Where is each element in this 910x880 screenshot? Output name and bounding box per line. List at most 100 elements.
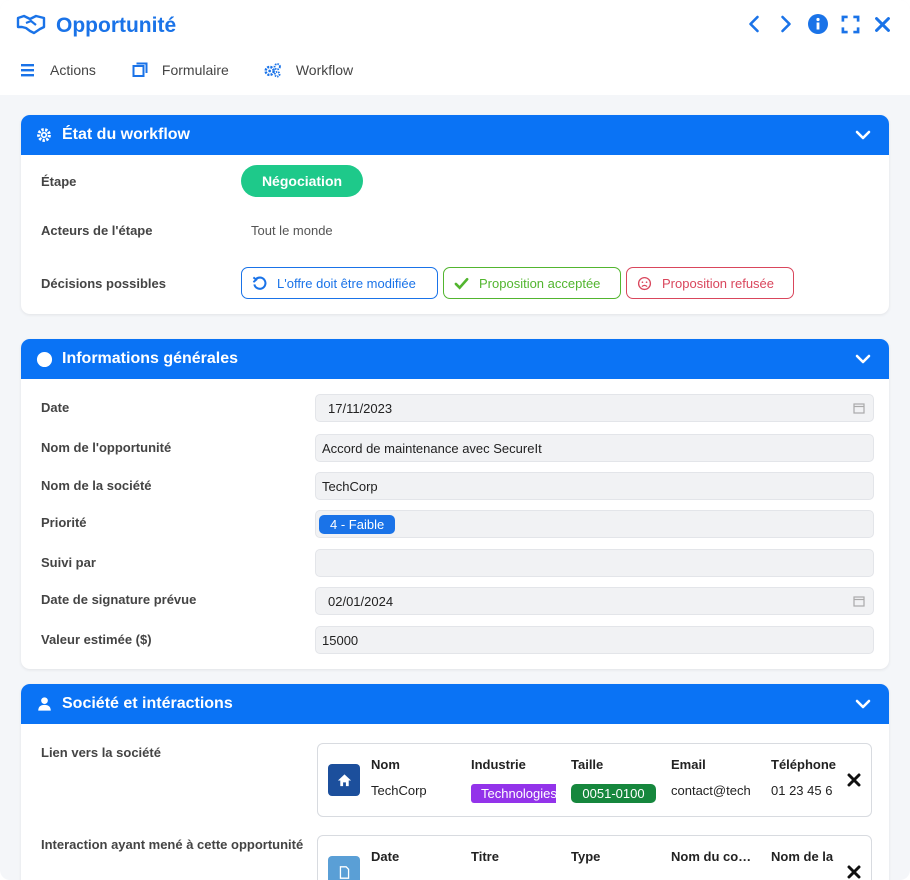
priority-label: Priorité <box>41 515 87 530</box>
decisions-label: Décisions possibles <box>41 276 166 291</box>
date-field[interactable]: 17/11/2023 <box>315 394 874 422</box>
signature-date-field[interactable]: 02/01/2024 <box>315 587 874 615</box>
company-name-field[interactable]: TechCorp <box>315 472 874 500</box>
general-info-header[interactable]: Informations générales <box>21 339 889 379</box>
remove-link-icon[interactable] <box>847 773 861 787</box>
company-link-record[interactable]: Nom Industrie Taille Email Téléphone Tec… <box>317 743 872 817</box>
info-icon[interactable] <box>808 13 828 35</box>
close-icon[interactable] <box>872 13 892 35</box>
menu-actions-label: Actions <box>50 62 96 78</box>
decision-accept-label: Proposition acceptée <box>479 275 601 291</box>
window-title: Opportunité <box>56 14 177 37</box>
chevron-down-icon[interactable] <box>855 127 871 143</box>
hamburger-icon <box>21 64 34 77</box>
window-controls <box>744 13 892 35</box>
gears-icon <box>264 63 281 78</box>
company-col-size-header: Taille <box>571 757 604 772</box>
workflow-card-title: État du workflow <box>62 126 190 143</box>
menu-workflow[interactable]: Workflow <box>263 62 353 78</box>
interaction-link-label: Interaction ayant mené à cette opportuni… <box>41 837 304 852</box>
chevron-right-icon[interactable] <box>776 13 796 35</box>
followed-by-label: Suivi par <box>41 555 96 570</box>
fullscreen-icon[interactable] <box>840 13 860 35</box>
interaction-col-contact-header: Nom du co… <box>671 849 752 864</box>
signature-date-label: Date de signature prévue <box>41 592 197 607</box>
window-title-row: Opportunité <box>16 10 176 42</box>
followed-by-field[interactable] <box>315 549 874 577</box>
interaction-col-company-header: Nom de la <box>771 849 834 864</box>
company-interactions-title: Société et intéractions <box>62 695 233 712</box>
window-header: Opportunité Actions Formulaire Workflow <box>0 0 910 95</box>
company-col-name-header: Nom <box>371 757 400 772</box>
decision-accept-button[interactable]: Proposition acceptée <box>443 267 621 299</box>
actors-value: Tout le monde <box>251 223 333 238</box>
date-label: Date <box>41 400 70 415</box>
company-name-cell: TechCorp <box>371 783 427 798</box>
company-name-value: TechCorp <box>322 478 378 494</box>
opportunity-name-label: Nom de l'opportunité <box>41 440 172 455</box>
gear-icon <box>35 126 53 144</box>
handshake-icon <box>16 12 46 41</box>
interaction-link-record[interactable]: Date Titre Type Nom du co… Nom de la <box>317 835 872 880</box>
company-interactions-body: Lien vers la société Nom Industrie Taill… <box>21 724 889 880</box>
step-badge: Négociation <box>241 165 363 197</box>
window-icon <box>132 62 148 77</box>
size-cell: 0051-0100 <box>571 784 666 803</box>
circle-icon <box>35 350 53 368</box>
company-interactions-card: Société et intéractions Lien vers la soc… <box>21 684 889 880</box>
industry-tag: Technologies <box>471 784 556 803</box>
remove-link-icon[interactable] <box>847 865 861 879</box>
decision-refuse-label: Proposition refusée <box>662 275 775 291</box>
decision-modify-label: L'offre doit être modifiée <box>277 275 416 291</box>
priority-tag: 4 - Faible <box>319 514 396 534</box>
chevron-down-icon[interactable] <box>855 696 871 712</box>
size-tag: 0051-0100 <box>571 784 656 803</box>
general-info-card: Informations générales Date 17/11/2023 N… <box>21 339 889 669</box>
menu-bar: Actions Formulaire Workflow <box>20 62 387 78</box>
check-icon <box>454 277 469 290</box>
priority-field[interactable]: 4 - Faible <box>315 510 874 538</box>
decision-modify-button[interactable]: L'offre doit être modifiée <box>241 267 438 299</box>
workflow-card: État du workflow Étape Négociation Acteu… <box>21 115 889 314</box>
phone-cell: 01 23 45 6 <box>771 783 833 798</box>
chevron-left-icon[interactable] <box>744 13 764 35</box>
industry-cell: Technologies <box>471 784 556 803</box>
chevron-down-icon[interactable] <box>855 351 871 367</box>
menu-workflow-label: Workflow <box>295 62 354 78</box>
opportunity-window: Opportunité Actions Formulaire Workflow <box>0 0 910 880</box>
document-icon <box>328 856 360 880</box>
estimated-value-label: Valeur estimée ($) <box>41 632 152 647</box>
company-interactions-header[interactable]: Société et intéractions <box>21 684 889 724</box>
menu-actions[interactable]: Actions <box>20 62 96 78</box>
email-cell: contact@tech <box>671 783 751 798</box>
decision-refuse-button[interactable]: Proposition refusée <box>626 267 794 299</box>
user-icon <box>35 695 53 713</box>
estimated-value-field[interactable]: 15000 <box>315 626 874 654</box>
interaction-col-title-header: Titre <box>471 849 499 864</box>
workflow-card-body: Étape Négociation Acteurs de l'étape Tou… <box>21 155 889 314</box>
menu-form-label: Formulaire <box>161 62 229 78</box>
menu-form[interactable]: Formulaire <box>132 62 229 78</box>
opportunity-name-field[interactable]: Accord de maintenance avec SecureIt <box>315 434 874 462</box>
interaction-col-type-header: Type <box>571 849 601 864</box>
company-col-phone-header: Téléphone <box>771 757 837 772</box>
opportunity-name-value: Accord de maintenance avec SecureIt <box>322 440 542 456</box>
signature-date-value: 02/01/2024 <box>328 593 394 609</box>
undo-icon <box>252 276 267 290</box>
calendar-icon[interactable] <box>853 402 865 414</box>
general-info-title: Informations générales <box>62 350 239 367</box>
company-col-industry-header: Industrie <box>471 757 526 772</box>
home-icon <box>328 764 360 796</box>
company-name-label: Nom de la société <box>41 478 152 493</box>
calendar-icon[interactable] <box>853 595 865 607</box>
general-info-body: Date 17/11/2023 Nom de l'opportunité Acc… <box>21 379 889 669</box>
step-label: Étape <box>41 174 77 189</box>
workflow-card-header[interactable]: État du workflow <box>21 115 889 155</box>
sad-face-icon <box>637 276 652 290</box>
actors-label: Acteurs de l'étape <box>41 223 153 238</box>
company-link-label: Lien vers la société <box>41 745 161 760</box>
interaction-col-date-header: Date <box>371 849 400 864</box>
date-value: 17/11/2023 <box>328 400 393 416</box>
estimated-value-value: 15000 <box>322 632 359 648</box>
company-col-email-header: Email <box>671 757 706 772</box>
